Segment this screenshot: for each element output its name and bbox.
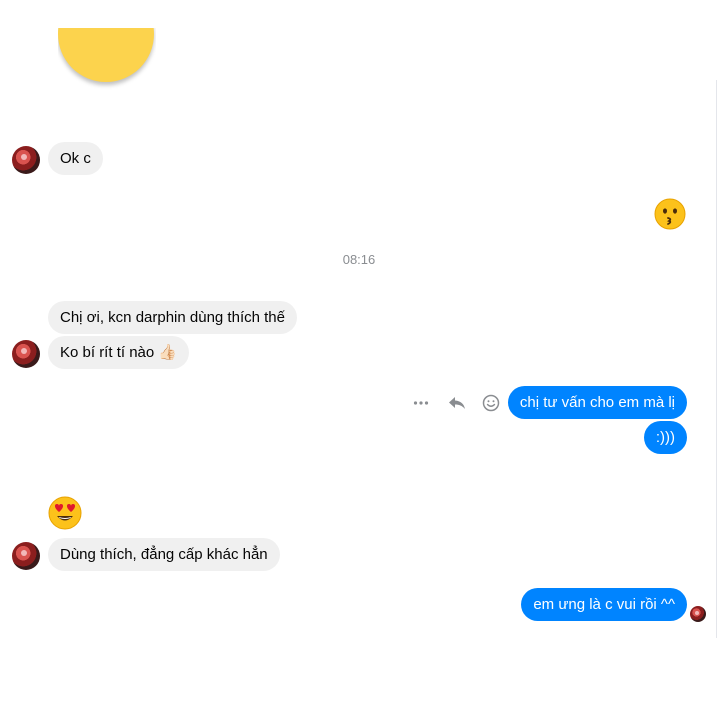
react-icon[interactable] [482, 394, 500, 412]
previous-emoji-partial [58, 28, 156, 92]
contact-avatar[interactable] [12, 340, 40, 368]
chat-panel-border [716, 80, 717, 638]
message-timestamp: 08:16 [342, 252, 376, 267]
message-outgoing[interactable]: em ưng là c vui rồi ^^ [521, 588, 687, 621]
contact-avatar[interactable] [12, 146, 40, 174]
message-incoming[interactable]: Chị ơi, kcn darphin dùng thích thế [48, 301, 297, 334]
message-actions [412, 394, 500, 412]
message-outgoing[interactable]: :))) [643, 421, 687, 454]
message-outgoing[interactable]: chị tư vấn cho em mà lị [507, 386, 687, 419]
large-emoji-icon [58, 28, 154, 82]
reply-icon[interactable] [448, 394, 466, 412]
message-incoming[interactable]: Dùng thích, đẳng cấp khác hẳn [48, 538, 280, 571]
message-incoming[interactable]: Ko bí rít tí nào 👍🏻 [48, 336, 190, 369]
kissing-face-icon[interactable] [654, 198, 686, 230]
contact-avatar[interactable] [12, 542, 40, 570]
heart-eyes-face-icon[interactable] [48, 496, 82, 530]
message-incoming[interactable]: Ok c [48, 142, 103, 175]
more-options-icon[interactable] [412, 394, 430, 412]
seen-receipt-avatar [690, 606, 706, 622]
